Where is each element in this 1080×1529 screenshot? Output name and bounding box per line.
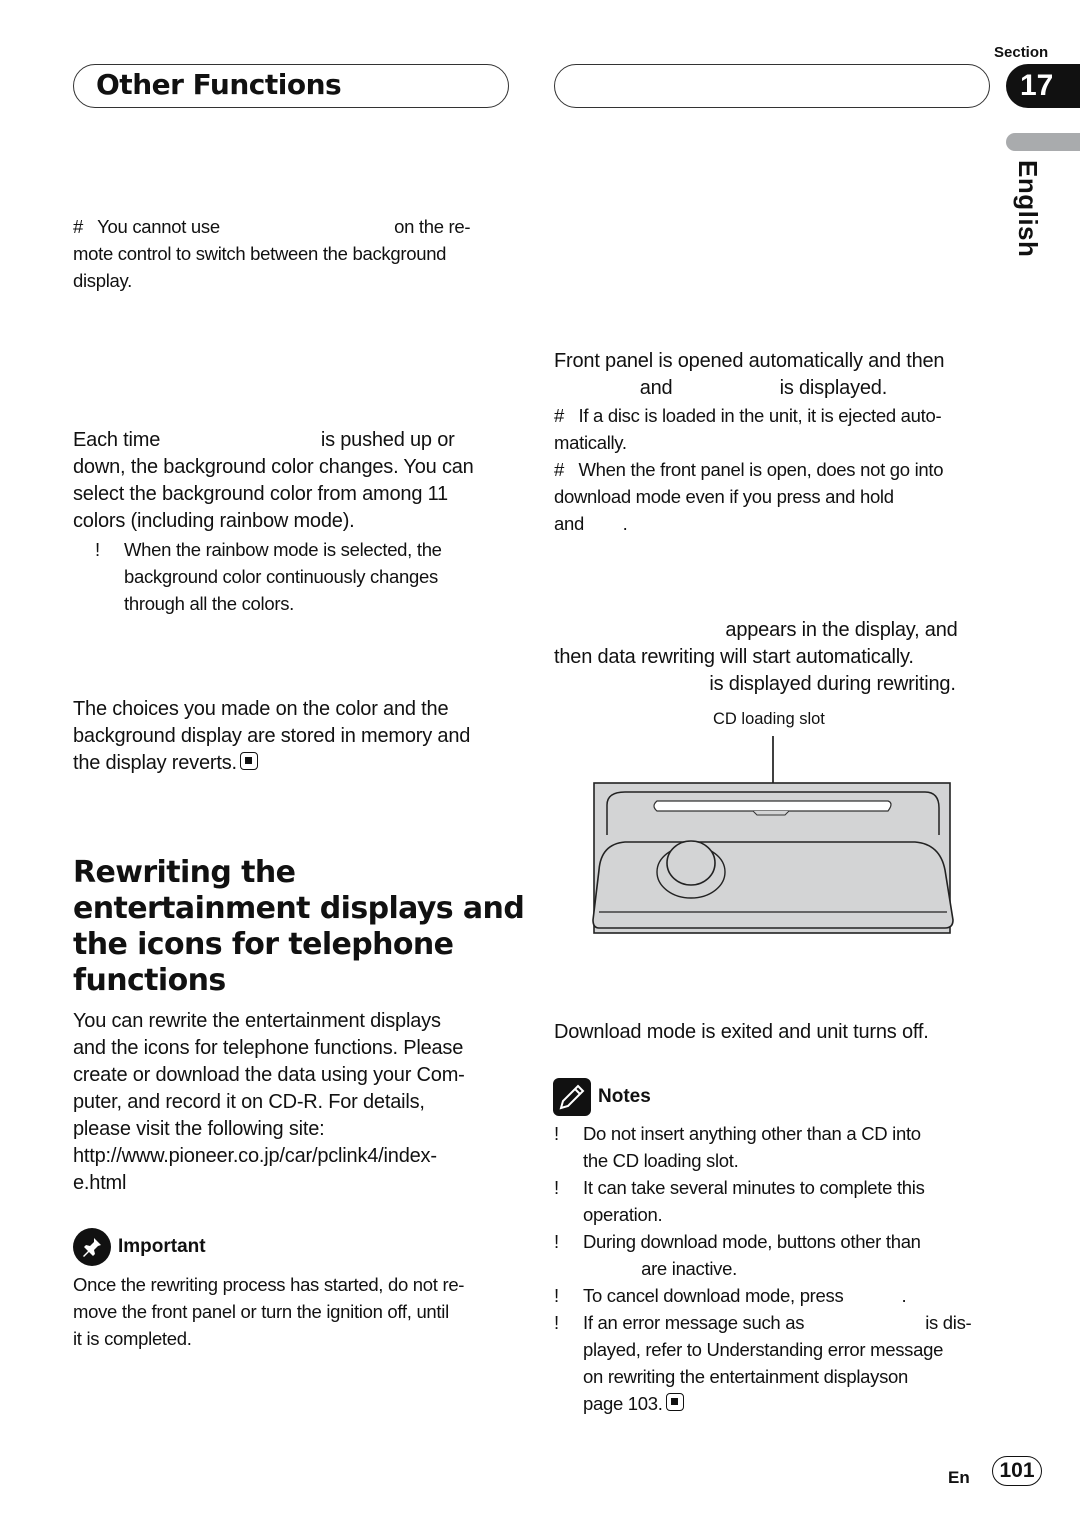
bullet-mark: ! <box>554 1312 559 1333</box>
language-label: English <box>1013 160 1043 258</box>
notes-list: ! Do not insert anything other than a CD… <box>554 1120 1004 1417</box>
pushpin-icon <box>73 1228 111 1266</box>
note-eject: # If a disc is loaded in the unit, it is… <box>554 405 942 453</box>
notes-header: Notes <box>553 1077 651 1117</box>
memory-paragraph: The choices you made on the color and th… <box>73 696 523 777</box>
color-paragraph: Each time is pushed up or down, the back… <box>73 429 474 532</box>
note-text: To cancel download mode, press . <box>583 1285 907 1306</box>
footer-language: En <box>948 1468 970 1487</box>
empty-title-pill <box>554 64 990 108</box>
bullet-mark: ! <box>95 539 100 560</box>
stop-square-icon <box>665 1393 684 1411</box>
page-number: 101 <box>992 1456 1042 1486</box>
bullet-mark: ! <box>554 1123 559 1144</box>
chapter-title: Other Functions <box>96 68 342 101</box>
notes-title: Notes <box>598 1086 651 1107</box>
note-item: ! To cancel download mode, press . <box>554 1282 1004 1309</box>
pencil-icon <box>553 1078 591 1116</box>
note-item: ! It can take several minutes to complet… <box>554 1174 1004 1228</box>
diagram-callout-label: CD loading slot <box>713 710 825 728</box>
appears-paragraph: appears in the display, and then data re… <box>554 619 958 695</box>
slot-notch <box>752 810 790 816</box>
bullet-mark: ! <box>554 1285 559 1306</box>
bullet-mark: ! <box>554 1231 559 1252</box>
note-text: It can take several minutes to complete … <box>583 1177 925 1225</box>
section-number: 17 <box>1006 64 1080 108</box>
note-item: ! If an error message such as is dis- pl… <box>554 1309 1004 1417</box>
note-open: # When the front panel is open, does not… <box>554 459 944 534</box>
note-item: ! During download mode, buttons other th… <box>554 1228 1004 1282</box>
note-text: If an error message such as is dis- play… <box>583 1312 972 1414</box>
note-text: Do not insert anything other than a CD i… <box>583 1123 921 1171</box>
intro-paragraph: You can rewrite the entertainment displa… <box>73 1010 465 1194</box>
note-remote: # You cannot use on the re- mote control… <box>73 216 471 291</box>
language-tab-bar <box>1006 133 1080 151</box>
section-label: Section <box>994 44 1049 61</box>
important-title: Important <box>118 1236 206 1257</box>
chapter-title-pill: Other Functions <box>73 64 509 108</box>
stop-square-icon <box>239 752 258 770</box>
exit-paragraph: Download mode is exited and unit turns o… <box>554 1021 929 1043</box>
important-text: Once the rewriting process has started, … <box>73 1274 465 1349</box>
front-panel <box>592 841 954 929</box>
bullet-text: When the rainbow mode is selected, the b… <box>124 539 442 614</box>
cd-slot-diagram <box>592 736 954 934</box>
note-text: During download mode, buttons other than… <box>583 1231 921 1279</box>
important-header: Important <box>73 1227 206 1267</box>
knob <box>666 840 716 886</box>
bullet-mark: ! <box>554 1177 559 1198</box>
section-heading: Rewriting the entertainment displays and… <box>73 855 525 998</box>
note-item: ! Do not insert anything other than a CD… <box>554 1120 1004 1174</box>
memory-text: The choices you made on the color and th… <box>73 698 471 774</box>
panel-paragraph: Front panel is opened automatically and … <box>554 350 945 399</box>
rainbow-bullet: ! When the rainbow mode is selected, the… <box>95 536 544 617</box>
cd-slot <box>653 800 892 812</box>
